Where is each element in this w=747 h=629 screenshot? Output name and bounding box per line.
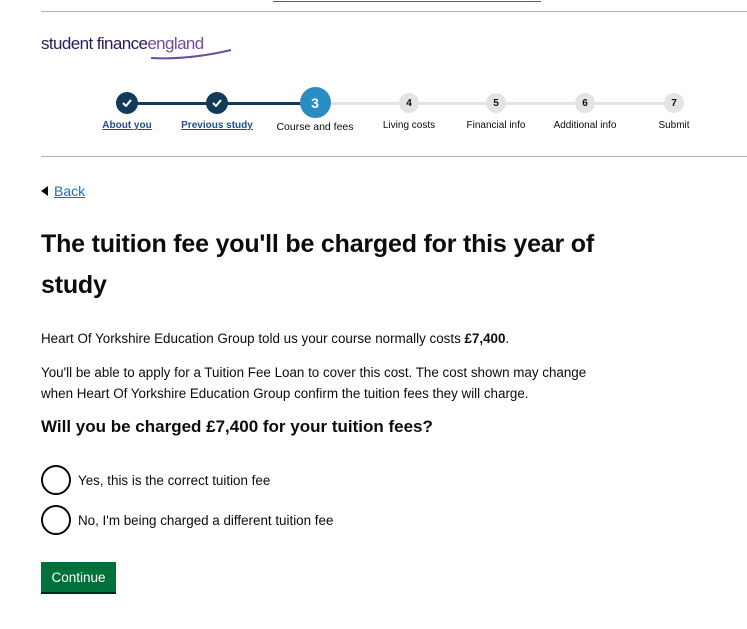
- continue-button[interactable]: Continue: [41, 562, 116, 592]
- step-number: 4: [399, 93, 419, 113]
- check-icon: [206, 92, 228, 114]
- step-label[interactable]: Previous study: [167, 120, 267, 131]
- step-label: Additional info: [553, 120, 617, 131]
- sfe-logo[interactable]: student financeengland: [41, 34, 232, 60]
- radio-label[interactable]: No, I'm being charged a different tuitio…: [78, 513, 333, 528]
- step-previous-study[interactable]: Previous study: [167, 88, 267, 131]
- check-icon: [116, 92, 138, 114]
- radio-option-yes[interactable]: Yes, this is the correct tuition fee: [41, 465, 270, 495]
- step-course-and-fees: 3 Course and fees: [265, 87, 365, 133]
- step-additional-info: 6 Additional info: [535, 88, 635, 131]
- intro-suffix: .: [505, 331, 510, 346]
- step-living-costs: 4 Living costs: [359, 88, 459, 131]
- top-cut-off-banner: [41, 0, 747, 12]
- progress-tracker: About you Previous study 3 Course and fe…: [90, 87, 710, 144]
- radio-input[interactable]: [41, 505, 71, 535]
- fee-amount: £7,400: [464, 331, 506, 346]
- intro-prefix: Heart Of Yorkshire Education Group told …: [41, 331, 465, 346]
- radio-label[interactable]: Yes, this is the correct tuition fee: [78, 473, 270, 488]
- radio-option-no[interactable]: No, I'm being charged a different tuitio…: [41, 505, 333, 535]
- logo-swoosh-icon: [150, 49, 232, 60]
- step-label[interactable]: About you: [77, 120, 177, 131]
- back-label[interactable]: Back: [54, 183, 85, 199]
- page-title: The tuition fee you'll be charged for th…: [41, 230, 594, 299]
- step-label: Financial info: [466, 120, 526, 131]
- back-arrow-icon: [41, 186, 48, 196]
- step-label: Submit: [658, 120, 690, 131]
- intro-text: Heart Of Yorkshire Education Group told …: [41, 329, 509, 349]
- step-label: Living costs: [382, 120, 436, 131]
- step-number: 7: [664, 93, 684, 113]
- question-legend: Will you be charged £7,400 for your tuit…: [41, 417, 433, 436]
- section-divider: [41, 156, 747, 157]
- radio-input[interactable]: [41, 465, 71, 495]
- step-number: 3: [299, 87, 331, 118]
- step-number: 6: [575, 93, 595, 113]
- step-number: 5: [486, 93, 506, 113]
- cut-off-link: [273, 0, 541, 2]
- logo-word-student: student: [41, 34, 93, 53]
- back-link[interactable]: Back: [41, 183, 85, 199]
- step-submit: 7 Submit: [624, 88, 724, 131]
- step-financial-info: 5 Financial info: [446, 88, 546, 131]
- logo-word-finance: finance: [96, 34, 148, 53]
- step-label: Course and fees: [276, 121, 354, 133]
- step-about-you[interactable]: About you: [77, 88, 177, 131]
- info-text: You'll be able to apply for a Tuition Fe…: [41, 365, 587, 401]
